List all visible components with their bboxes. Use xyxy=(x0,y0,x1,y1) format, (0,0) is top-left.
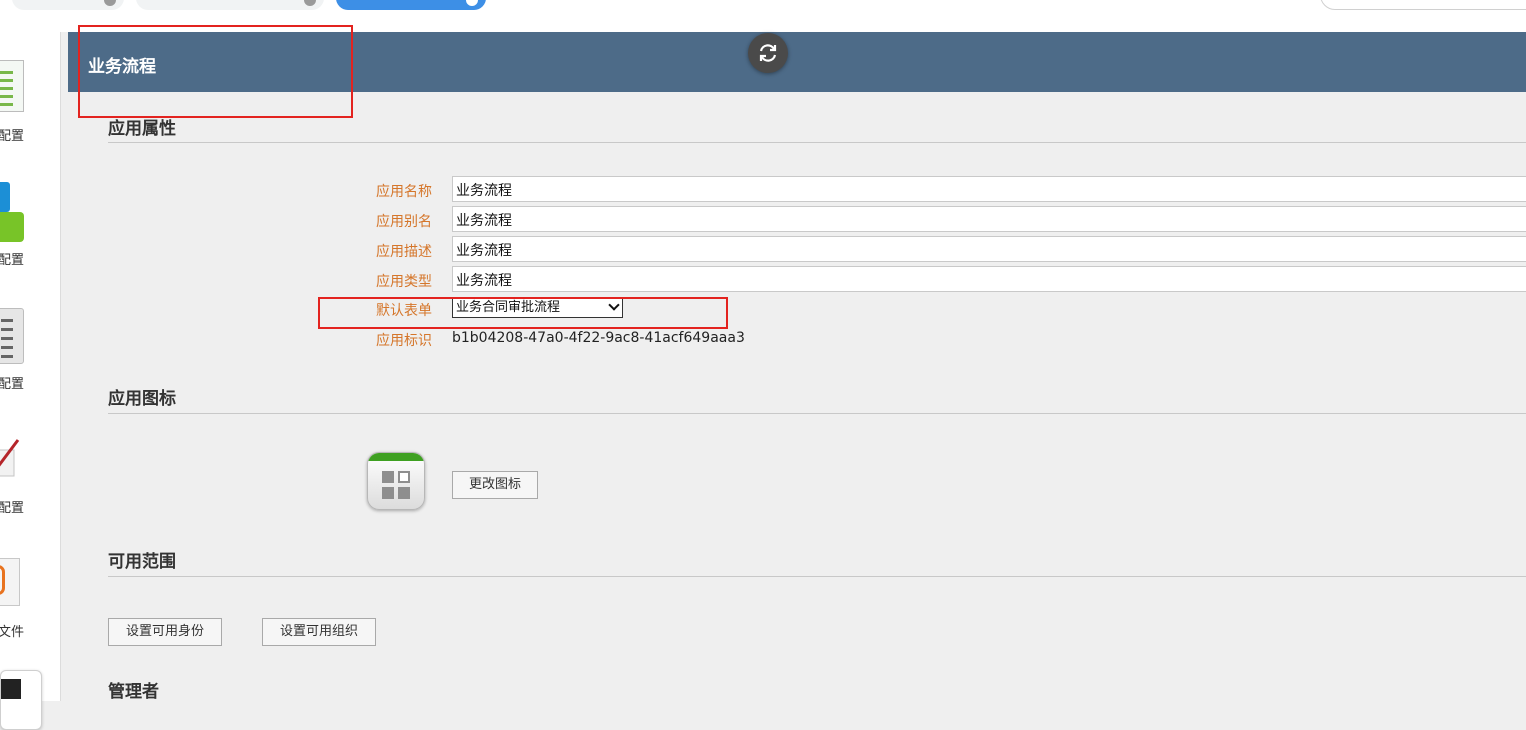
section-title-admins: 管理者 xyxy=(108,682,159,702)
field-label-identifier: 应用标识 xyxy=(376,333,432,349)
section-title-scope: 可用范围 xyxy=(108,552,176,572)
app-type-field[interactable]: 业务流程 xyxy=(452,266,1526,292)
sidebar-item-label: 文件 xyxy=(0,624,24,639)
set-org-button[interactable]: 设置可用组织 xyxy=(262,618,376,646)
sidebar-item-label: 配置 xyxy=(0,252,24,267)
browser-tab[interactable] xyxy=(136,0,324,10)
sidebar-item-label: 配置 xyxy=(0,500,24,515)
paperclip-icon xyxy=(0,558,20,606)
search-input[interactable] xyxy=(1320,0,1526,10)
refresh-icon xyxy=(759,44,777,62)
sidebar-item-config-3[interactable]: 配置 xyxy=(0,280,60,391)
list-icon xyxy=(0,308,24,364)
close-tab-icon[interactable] xyxy=(304,0,316,6)
sidebar-item-files[interactable]: 文件 xyxy=(0,528,60,639)
browser-tab[interactable] xyxy=(12,0,124,10)
refresh-button[interactable] xyxy=(748,33,788,73)
field-label-name: 应用名称 xyxy=(376,184,432,200)
highlight-box xyxy=(78,25,353,118)
app-identifier-value: b1b04208-47a0-4f22-9ac8-41acf649aaa3 xyxy=(452,330,745,346)
section-divider xyxy=(108,142,1526,143)
sidebar-item-config-2[interactable]: 配置 xyxy=(0,156,60,267)
blocks-icon xyxy=(0,182,30,242)
pen-icon xyxy=(0,439,20,477)
browser-tab-active[interactable] xyxy=(336,0,486,10)
close-tab-icon[interactable] xyxy=(466,0,478,6)
close-tab-icon[interactable] xyxy=(104,0,116,6)
section-title-icon: 应用图标 xyxy=(108,389,176,409)
sidebar-item-label: 配置 xyxy=(0,376,24,391)
field-label-alias: 应用别名 xyxy=(376,214,432,230)
app-description-field[interactable]: 业务流程 xyxy=(452,236,1526,262)
document-icon xyxy=(0,60,24,112)
set-identity-button[interactable]: 设置可用身份 xyxy=(108,618,222,646)
highlight-box xyxy=(318,297,728,329)
app-launcher-icon[interactable] xyxy=(0,670,42,730)
section-divider xyxy=(108,576,1526,577)
sidebar-item-config-4[interactable]: 配置 xyxy=(0,404,60,515)
app-sidebar: 配置 配置 配置 配置 文件 xyxy=(0,32,61,730)
field-label-description: 应用描述 xyxy=(376,244,432,260)
section-divider xyxy=(108,413,1526,414)
app-alias-field[interactable]: 业务流程 xyxy=(452,206,1526,232)
app-grid-icon xyxy=(367,452,425,510)
sidebar-item-label: 配置 xyxy=(0,128,24,143)
app-name-field[interactable]: 业务流程 xyxy=(452,176,1526,202)
change-icon-button[interactable]: 更改图标 xyxy=(452,471,538,499)
field-label-type: 应用类型 xyxy=(376,274,432,290)
sidebar-item-config-1[interactable]: 配置 xyxy=(0,32,60,143)
